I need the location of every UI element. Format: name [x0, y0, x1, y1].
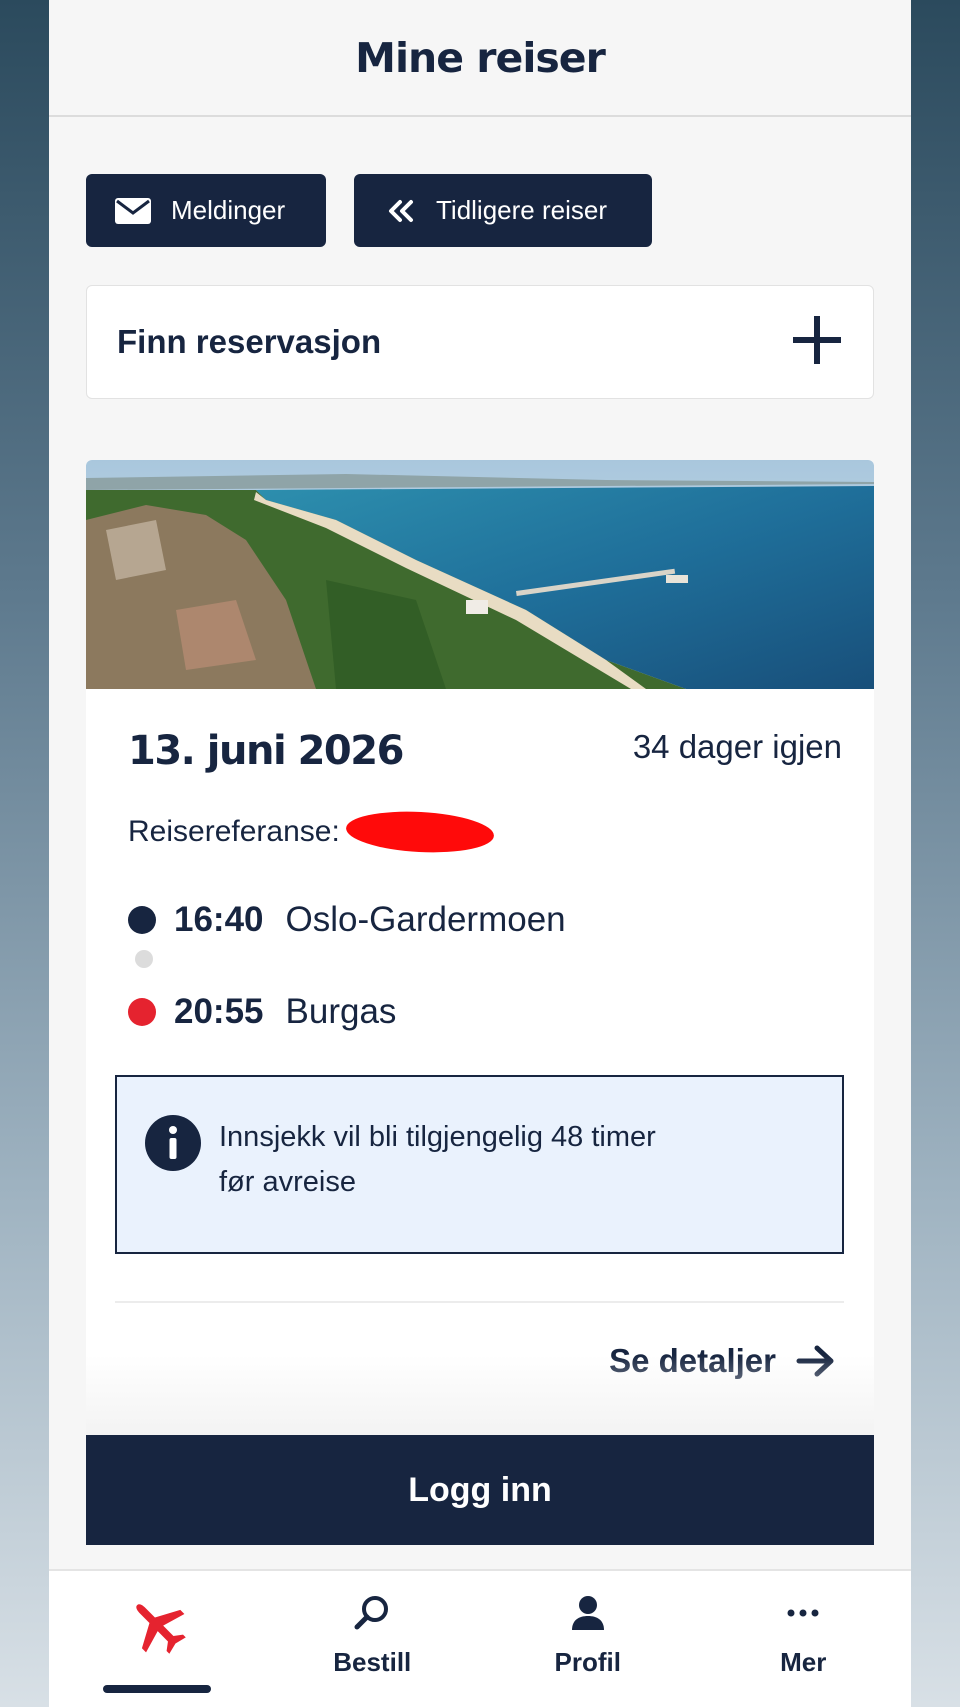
- more-icon: [784, 1594, 822, 1637]
- tab-profile-label: Profil: [554, 1647, 621, 1677]
- previous-trips-label: Tidligere reiser: [436, 195, 607, 225]
- departure-place: Oslo-Gardermoen: [285, 900, 566, 939]
- booking-reference: Reisereferanse:: [128, 808, 495, 856]
- checkin-info-box: Innsjekk vil bli tilgjengelig 48 timer f…: [115, 1075, 844, 1254]
- destination-photo: [86, 460, 874, 689]
- tab-more[interactable]: Mer: [696, 1571, 912, 1707]
- search-icon: [353, 1594, 391, 1637]
- card-fade: [86, 1355, 874, 1435]
- page-title: Mine reiser: [355, 33, 606, 82]
- tab-my-trips[interactable]: [49, 1571, 265, 1707]
- arrival-place: Burgas: [285, 992, 397, 1031]
- user-icon: [569, 1594, 607, 1637]
- messages-button[interactable]: Meldinger: [86, 174, 326, 247]
- card-divider: [115, 1301, 844, 1303]
- arrival-dot-icon: [128, 998, 156, 1026]
- trip-card: 13. juni 2026 34 dager igjen Reiserefera…: [86, 460, 874, 1435]
- arrival-time: 20:55: [174, 992, 264, 1031]
- trip-date: 13. juni 2026: [128, 728, 404, 774]
- airplane-icon: [126, 1594, 188, 1661]
- find-reservation-label: Finn reservasjon: [117, 323, 382, 360]
- login-button[interactable]: Logg inn: [86, 1435, 874, 1545]
- envelope-icon: [115, 197, 151, 224]
- tab-book-label: Bestill: [333, 1647, 412, 1677]
- redaction-mark: [344, 808, 495, 856]
- plus-icon[interactable]: [791, 314, 843, 371]
- checkin-info-line1: Innsjekk vil bli tilgjengelig 48 timer: [219, 1121, 656, 1153]
- departure-time: 16:40: [174, 900, 264, 939]
- reference-label: Reisereferanse:: [128, 815, 340, 848]
- active-tab-indicator: [102, 1685, 211, 1693]
- route-connector-dot-icon: [135, 950, 153, 968]
- find-reservation-row[interactable]: Finn reservasjon: [86, 285, 874, 399]
- double-chevron-left-icon: [386, 199, 416, 223]
- messages-label: Meldinger: [171, 195, 286, 225]
- days-remaining: 34 dager igjen: [632, 728, 842, 765]
- info-icon: [145, 1115, 201, 1176]
- checkin-info-line2: før avreise: [219, 1166, 356, 1198]
- departure-stop: 16:40 Oslo-Gardermoen: [128, 900, 566, 940]
- bottom-tab-bar: Bestill Profil Mer: [49, 1569, 911, 1707]
- tab-profile[interactable]: Profil: [480, 1571, 696, 1707]
- checkin-info-text: Innsjekk vil bli tilgjengelig 48 timer f…: [219, 1115, 656, 1205]
- app-screen: Mine reiser Meldinger Tidligere reiser F…: [49, 0, 911, 1707]
- previous-trips-button[interactable]: Tidligere reiser: [354, 174, 652, 247]
- tab-book[interactable]: Bestill: [265, 1571, 481, 1707]
- arrival-stop: 20:55 Burgas: [128, 992, 396, 1032]
- trip-date-row: 13. juni 2026 34 dager igjen: [128, 728, 842, 774]
- tab-more-label: Mer: [780, 1647, 827, 1677]
- action-buttons: Meldinger Tidligere reiser: [86, 174, 652, 247]
- departure-dot-icon: [128, 906, 156, 934]
- page-header: Mine reiser: [49, 0, 911, 117]
